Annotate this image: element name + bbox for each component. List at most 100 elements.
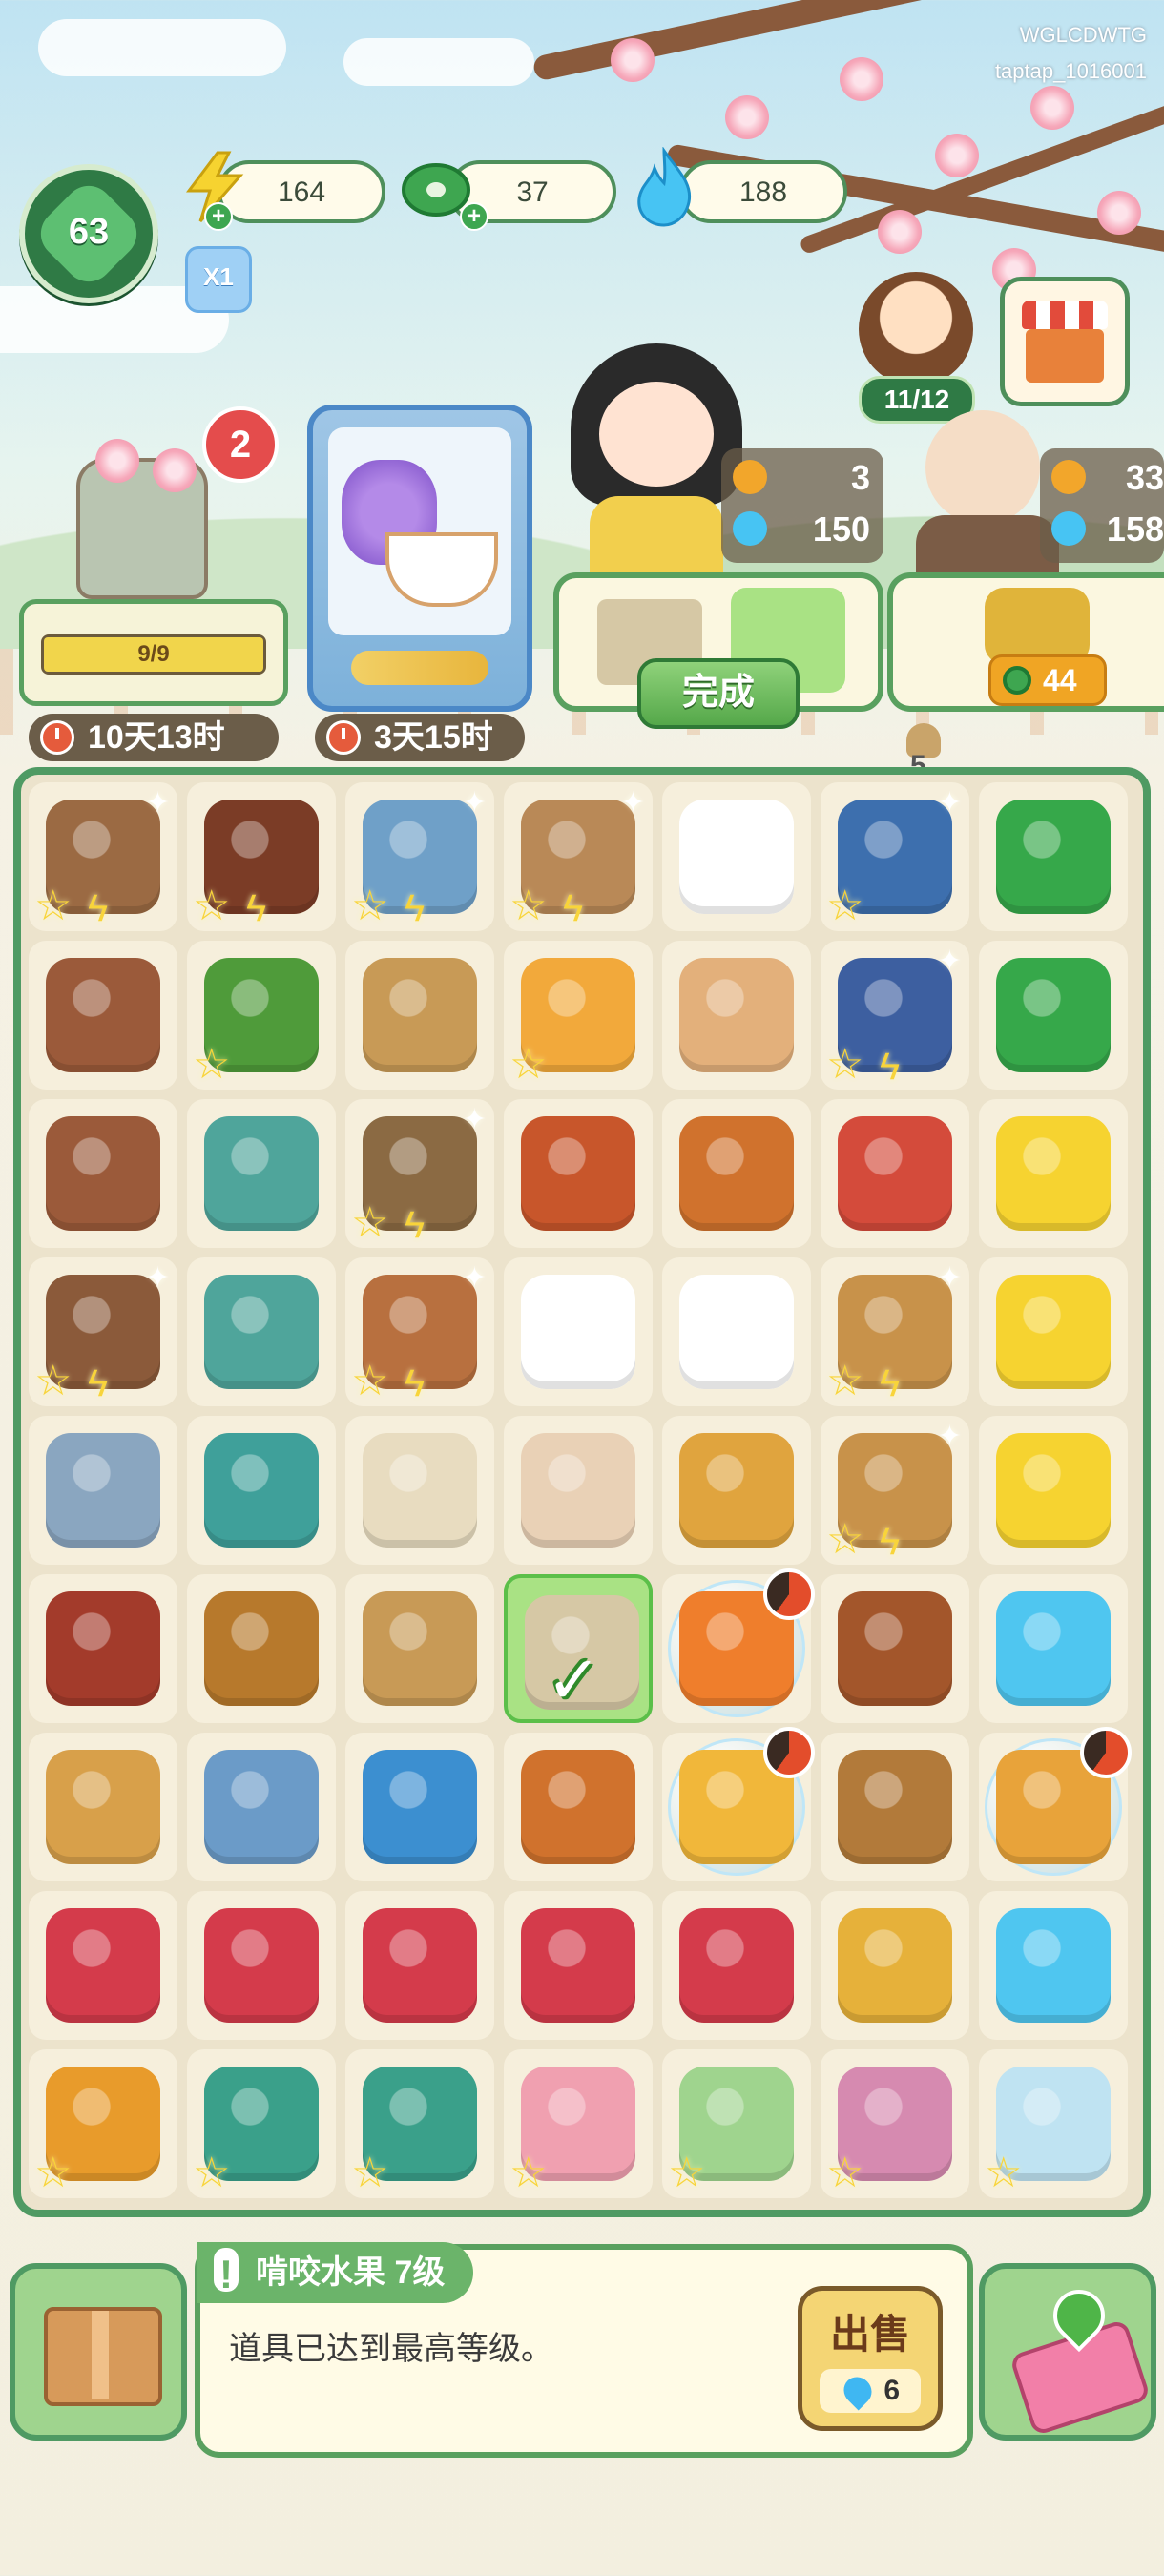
bolt-icon: ϟ xyxy=(405,887,426,929)
board-cell[interactable]: ✦ ☆ ϟ xyxy=(504,782,653,931)
board-cell[interactable] xyxy=(504,1416,653,1565)
board-cell[interactable]: ✦ ☆ ϟ xyxy=(821,1257,969,1406)
visitor-avatar[interactable] xyxy=(859,272,973,386)
board-cell[interactable] xyxy=(29,1891,177,2040)
board-cell[interactable] xyxy=(979,782,1128,931)
board-cell[interactable] xyxy=(29,1733,177,1881)
bolt-icon: ϟ xyxy=(405,1204,426,1246)
board-cell[interactable] xyxy=(345,1891,494,2040)
board-cell[interactable]: ☆ ϟ xyxy=(187,782,336,931)
board-cell[interactable]: ☆ xyxy=(345,2049,494,2198)
board-cell[interactable] xyxy=(187,1733,336,1881)
bolt-icon: ϟ xyxy=(880,1046,901,1088)
board-cell[interactable] xyxy=(979,1891,1128,2040)
board-cell[interactable]: ✓ xyxy=(504,1574,653,1723)
board-cell[interactable] xyxy=(979,1574,1128,1723)
board-cell[interactable] xyxy=(662,1568,815,1723)
board-cell[interactable]: ☆ xyxy=(821,2049,969,2198)
board-cell[interactable] xyxy=(662,1257,811,1406)
board-cell[interactable]: ✦ ☆ ϟ xyxy=(345,1099,494,1248)
order-stone-sign[interactable] xyxy=(38,420,229,599)
map-button[interactable] xyxy=(979,2263,1156,2441)
board-cell[interactable] xyxy=(29,941,177,1090)
board-cell[interactable] xyxy=(345,1733,494,1881)
item-title: 啃咬水果 7级 xyxy=(256,2254,446,2291)
hammer-icon xyxy=(46,1433,160,1548)
board-cell[interactable] xyxy=(187,1891,336,2040)
board-cell[interactable] xyxy=(29,1099,177,1248)
star-icon: ☆ xyxy=(509,1041,548,1088)
bracelet-icon xyxy=(363,1908,477,2023)
board-cell[interactable] xyxy=(979,1099,1128,1248)
board-cell[interactable]: ✦ ☆ xyxy=(821,782,969,931)
player-level-badge[interactable]: 63 xyxy=(19,164,158,303)
twisted-bread-icon xyxy=(679,1433,794,1548)
add-coins-icon[interactable]: + xyxy=(460,202,488,231)
board-cell[interactable] xyxy=(979,1257,1128,1406)
board-cell[interactable] xyxy=(187,1257,336,1406)
board-cell[interactable] xyxy=(187,1574,336,1723)
board-cell[interactable] xyxy=(504,1891,653,2040)
board-cell[interactable] xyxy=(821,1891,969,2040)
board-cell[interactable] xyxy=(662,941,811,1090)
board-cell[interactable] xyxy=(504,1733,653,1881)
add-energy-icon[interactable]: + xyxy=(204,202,233,231)
merge-board: ✦ ☆ ϟ ☆ ϟ ✦ ☆ ϟ ✦ ☆ ϟ ✦ ☆ ☆ ☆ ✦ ☆ ϟ ✦ ☆ ϟ ✦ ☆ ϟ ✦ ☆ ϟ ✦ ☆ ϟ ✦ ☆ ϟ ✓ ☆ ☆ ☆ ☆ ☆ ☆… xyxy=(13,767,1151,2217)
jade-coin-icon xyxy=(1003,666,1031,695)
sell-button[interactable]: 出售 6 xyxy=(798,2286,943,2431)
star-icon: ☆ xyxy=(668,2150,706,2196)
board-cell[interactable] xyxy=(662,1891,811,2040)
board-cell[interactable] xyxy=(821,1574,969,1723)
chinese-knot-icon xyxy=(46,1908,160,2023)
board-cell[interactable]: ✦ ☆ ϟ xyxy=(821,941,969,1090)
board-cell[interactable]: ☆ xyxy=(979,2049,1128,2198)
board-cell[interactable]: ✦ ☆ ϟ xyxy=(29,1257,177,1406)
board-cell[interactable] xyxy=(662,782,811,931)
board-cell[interactable]: ☆ xyxy=(29,2049,177,2198)
complete-order-button[interactable]: 完成 xyxy=(637,658,800,729)
board-cell[interactable] xyxy=(504,1099,653,1248)
white-dog-icon xyxy=(679,800,794,914)
board-cell[interactable]: ☆ xyxy=(504,941,653,1090)
board-cell[interactable] xyxy=(187,1099,336,1248)
board-cell[interactable] xyxy=(821,1099,969,1248)
board-cell[interactable] xyxy=(979,1416,1128,1565)
board-cell[interactable]: ✦ ☆ ϟ xyxy=(821,1416,969,1565)
storage-box-button[interactable] xyxy=(10,2263,187,2441)
shop-button[interactable] xyxy=(1000,277,1130,406)
customer1-stars: 3 xyxy=(850,458,870,497)
star-icon: ☆ xyxy=(351,1358,389,1404)
timer-icon xyxy=(763,1727,815,1778)
board-cell[interactable] xyxy=(979,1727,1132,1881)
wine-jar-icon xyxy=(838,1116,952,1231)
featured-event-card[interactable] xyxy=(307,405,532,712)
board-cell[interactable]: ☆ xyxy=(187,2049,336,2198)
board-cell[interactable] xyxy=(29,1574,177,1723)
board-cell[interactable] xyxy=(345,1574,494,1723)
board-cell[interactable]: ☆ xyxy=(504,2049,653,2198)
pending-orders-badge: 2 xyxy=(202,406,279,483)
board-cell[interactable] xyxy=(29,1416,177,1565)
board-cell[interactable] xyxy=(187,1416,336,1565)
chair-icon xyxy=(46,958,160,1072)
multiplier-badge[interactable]: X1 xyxy=(185,246,252,313)
blue-flower-icon xyxy=(363,1750,477,1864)
board-cell[interactable]: ✦ ☆ ϟ xyxy=(345,1257,494,1406)
board-cell[interactable]: ☆ xyxy=(187,941,336,1090)
board-cell[interactable] xyxy=(979,941,1128,1090)
crate-icon xyxy=(44,2307,162,2406)
board-cell[interactable]: ☆ xyxy=(662,2049,811,2198)
board-cell[interactable]: ✦ ☆ ϟ xyxy=(29,782,177,931)
board-cell[interactable] xyxy=(662,1099,811,1248)
gem-counter[interactable]: 188 xyxy=(679,160,847,223)
board-cell[interactable] xyxy=(345,1416,494,1565)
red-comb-icon xyxy=(204,1908,319,2023)
board-cell[interactable] xyxy=(662,1416,811,1565)
board-cell[interactable] xyxy=(504,1257,653,1406)
ornament-icon xyxy=(351,651,488,685)
sell-label: 出售 xyxy=(829,2312,910,2357)
board-cell[interactable]: ✦ ☆ ϟ xyxy=(345,782,494,931)
board-cell[interactable] xyxy=(821,1733,969,1881)
board-cell[interactable] xyxy=(345,941,494,1090)
board-cell[interactable] xyxy=(662,1727,815,1881)
